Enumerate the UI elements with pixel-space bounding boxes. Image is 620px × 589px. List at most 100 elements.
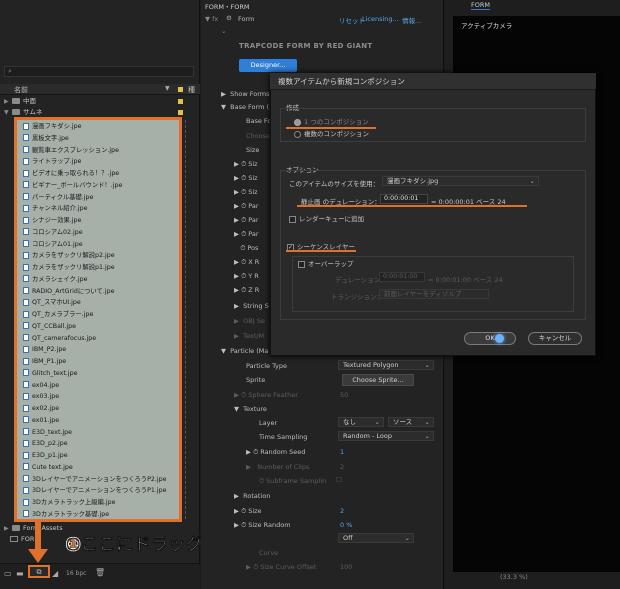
project-file-item[interactable]: QT_スマホUI.jpe (23, 298, 175, 308)
project-file-item[interactable]: IBM_P2.jpe (23, 345, 175, 355)
size2-row[interactable]: ▶ ⏱ Size (234, 507, 262, 516)
size-over-life-dropdown[interactable]: Off ⌄ (338, 533, 414, 543)
checkbox-unchecked-icon[interactable] (298, 260, 305, 268)
designer-button[interactable]: Designer... (239, 59, 297, 72)
sort-arrow-icon[interactable]: ▼ (165, 85, 170, 92)
zoom-level[interactable]: (33.3 %) (500, 573, 528, 581)
param-row[interactable]: ▶ ⏱ Siz (234, 160, 258, 169)
column-type-header[interactable]: 種 (188, 85, 195, 95)
add-to-render-queue-checkbox[interactable]: レンダーキューに追加 (289, 213, 364, 223)
interpret-footage-icon[interactable]: ▭ (4, 569, 12, 578)
param-row[interactable]: ▶ String S (234, 302, 269, 310)
project-folder-open[interactable]: ▼ サムネ (4, 107, 42, 117)
project-file-item[interactable]: 3DレイヤーでアニメーションをつくろうP2.jpe (23, 475, 175, 485)
random-seed-value[interactable]: 1 (340, 448, 344, 456)
flow-icon[interactable]: ◢ (52, 569, 58, 578)
param-row[interactable]: ▶ ⏱ Z R (234, 286, 259, 295)
radio-single-comp[interactable]: 1 つのコンポジション (294, 116, 369, 126)
bit-depth-button[interactable]: 16 bpc (66, 570, 86, 577)
radio-multiple-comp[interactable]: 複数のコンポジション (294, 128, 369, 138)
info-link[interactable]: 情報... (402, 15, 421, 25)
time-sampling-dropdown[interactable]: Random - Loop ⌄ (338, 431, 434, 441)
effect-expand-icon[interactable]: ▼ fx (205, 15, 218, 23)
size-random-value[interactable]: 0 % (340, 521, 352, 529)
cancel-button[interactable]: キャンセル (528, 332, 582, 345)
project-folder-item[interactable]: ▶ 中面 (4, 96, 36, 106)
project-file-item[interactable]: 3Dカメラトラック基礎.jpe (23, 510, 175, 520)
size-random-row[interactable]: ▶ ⏱ Size Random (234, 521, 291, 530)
project-file-item[interactable]: ビデオに乗っ取られる！？.jpe (23, 169, 175, 179)
project-file-item[interactable]: IBM_P1.jpe (23, 357, 175, 367)
image-file-icon (23, 381, 29, 388)
trash-icon[interactable]: 🗑 (95, 568, 105, 577)
texture-row[interactable]: ▼ Texture (234, 405, 267, 413)
collapsed-triangle-icon[interactable]: ▶ (4, 524, 12, 534)
radio-unselected-icon[interactable] (294, 130, 301, 138)
param-row[interactable]: ▶ ⏱ Par (234, 216, 259, 225)
choose-sprite-button[interactable]: Choose Sprite... (342, 374, 414, 386)
project-search-input[interactable]: ⌕ (4, 66, 194, 77)
project-file-item[interactable]: Glitch_text.jpe (23, 369, 175, 379)
param-row[interactable]: ▶ ⏱ X R (234, 258, 259, 267)
project-file-item[interactable]: RADIO_ArtGridについて.jpe (23, 287, 175, 297)
expanded-triangle-icon[interactable]: ▼ (4, 108, 12, 118)
project-file-item[interactable]: 3Dカメラトラック上級編.jpe (23, 498, 175, 508)
param-row[interactable]: ▶ ⏱ Siz (234, 188, 258, 197)
project-file-item[interactable]: E3D_p2.jpe (23, 439, 175, 449)
project-file-item[interactable]: 観覧車エクスプレッション.jpe (23, 146, 175, 156)
layer-dropdown[interactable]: なし ⌄ (338, 417, 384, 427)
project-file-item[interactable]: カメラをザックリ解説p1.jpe (23, 263, 175, 273)
file-name: 漫画フキダシ.jpe (32, 123, 82, 130)
layer-source-dropdown[interactable]: ソース ⌄ (388, 417, 434, 427)
size2-value[interactable]: 2 (340, 507, 344, 515)
chevron-down-icon[interactable]: ⌄ (221, 27, 226, 35)
project-file-item[interactable]: ライトラップ.jpe (23, 157, 175, 167)
project-file-item[interactable]: QT_CCBall.jpe (23, 322, 175, 332)
new-composition-button[interactable]: ⧉ (28, 565, 50, 578)
project-file-item[interactable]: カメラシェイク.jpe (23, 275, 175, 285)
random-seed-row[interactable]: ▶ ⏱ Random Seed (246, 448, 305, 457)
new-folder-icon[interactable]: ▬ (16, 569, 24, 578)
project-file-item[interactable]: QT_カメラブラー.jpe (23, 310, 175, 320)
project-file-item[interactable]: Cute text.jpe (23, 463, 175, 473)
column-name-header[interactable]: 名前 (14, 85, 28, 95)
project-file-item[interactable]: E3D_text.jpe (23, 428, 175, 438)
project-file-item[interactable]: ex02.jpe (23, 404, 175, 414)
project-file-item[interactable]: QT_camerafocus.jpe (23, 334, 175, 344)
selected-files-list[interactable]: 漫画フキダシ.jpe 黒板文字.jpe 観覧車エクスプレッション.jpe ライトラップ… (14, 117, 186, 522)
project-file-item[interactable]: パーティクル基礎.jpe (23, 193, 175, 203)
image-file-icon (23, 240, 29, 247)
param-row[interactable]: ▶ ⏱ Siz (234, 174, 258, 183)
particle-row[interactable]: ▼ Particle (Ma (221, 347, 268, 355)
project-file-item[interactable]: ビギナー_ボールバウンド！.jpe (23, 181, 175, 191)
param-row[interactable]: ▶ ⏱ Par (234, 230, 259, 239)
project-file-item[interactable]: チャンネル紹介.jpe (23, 204, 175, 214)
use-dimensions-dropdown[interactable]: 漫画フキダシ.jpg ⌄ (382, 176, 539, 186)
project-file-item[interactable]: ex01.jpe (23, 416, 175, 426)
project-file-item[interactable]: 3DレイヤーでアニメーションをつくろうP1.jpe (23, 486, 175, 496)
still-duration-input[interactable]: 0:00:00:01 (380, 194, 428, 204)
particle-type-dropdown[interactable]: Textured Polygon ⌄ (338, 360, 434, 370)
licensing-link[interactable]: Licensing... (362, 15, 399, 23)
checkbox-unchecked-icon[interactable] (289, 215, 296, 223)
project-file-item[interactable]: 漫画フキダシ.jpe (23, 122, 175, 132)
project-file-item[interactable]: 黒板文字.jpe (23, 134, 175, 144)
project-file-item[interactable]: E3D_p1.jpe (23, 451, 175, 461)
project-file-item[interactable]: ex03.jpe (23, 392, 175, 402)
project-file-item[interactable]: コロシアム02.jpe (23, 228, 175, 238)
rotation-row[interactable]: ▶ Rotation (234, 492, 270, 500)
project-file-item[interactable]: シナジー効果.jpe (23, 216, 175, 226)
ok-button[interactable]: OK (464, 332, 516, 345)
project-file-item[interactable]: ex04.jpe (23, 381, 175, 391)
param-row[interactable]: ▶ ⏱ Par (234, 202, 259, 211)
param-row[interactable]: ⏱ Pos (234, 244, 258, 253)
param-row[interactable]: ▶ ⏱ Y R (234, 272, 259, 281)
project-file-item[interactable]: コロシアム01.jpe (23, 240, 175, 250)
show-forms-row[interactable]: ▶ Show Forms (221, 90, 270, 98)
collapsed-triangle-icon[interactable]: ▶ (4, 97, 12, 107)
overlap-checkbox[interactable]: オーバーラップ (298, 258, 353, 268)
base-form-row[interactable]: ▼ Base Form ( (221, 103, 269, 111)
project-file-item[interactable]: カメラをザックリ解説p2.jpe (23, 251, 175, 261)
radio-selected-icon[interactable] (294, 118, 301, 126)
viewer-tab[interactable]: FORM (471, 1, 490, 10)
